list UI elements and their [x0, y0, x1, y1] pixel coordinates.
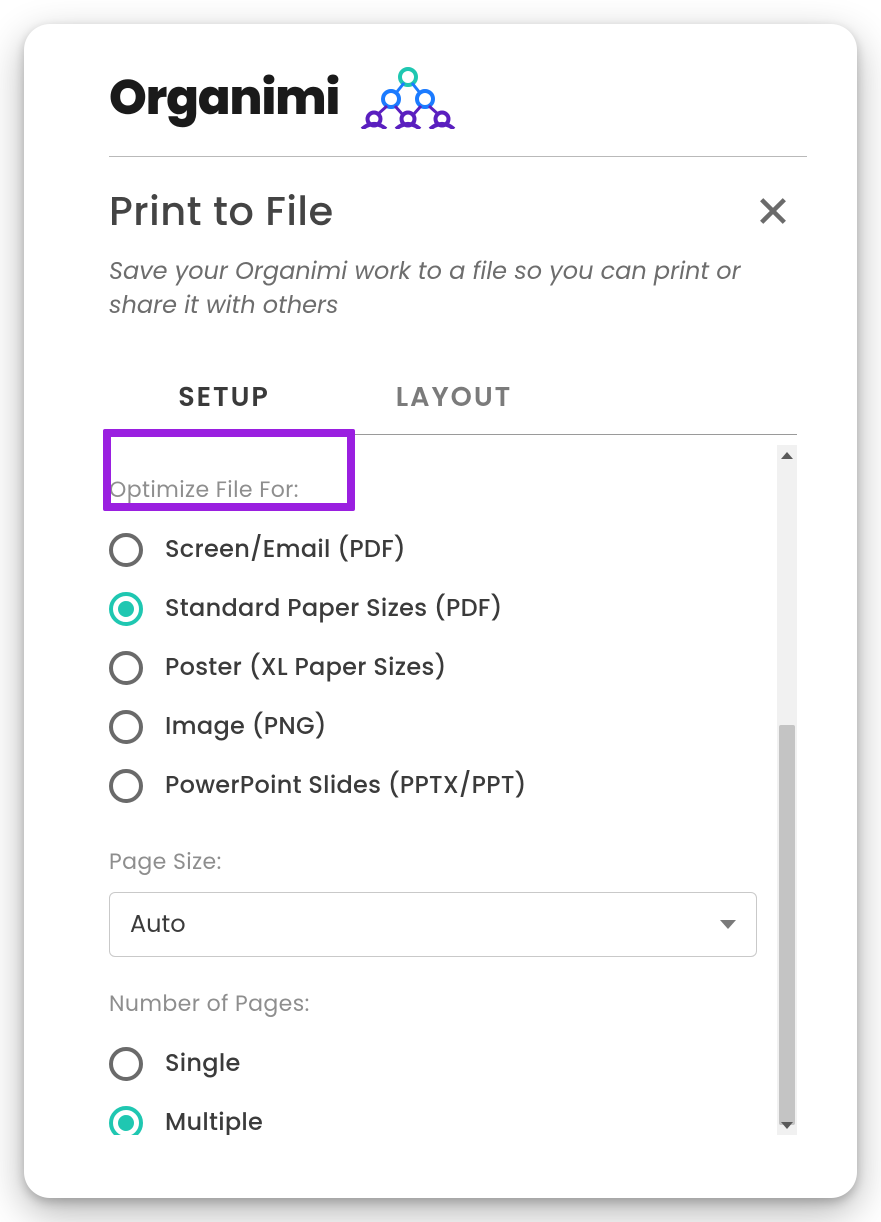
- close-button[interactable]: [749, 187, 797, 235]
- radio-label: Multiple: [165, 1105, 263, 1135]
- num-pages-option-single[interactable]: Single: [109, 1034, 757, 1093]
- scroll-down-icon[interactable]: [777, 1115, 797, 1135]
- tabs: SETUP LAYOUT: [109, 362, 797, 435]
- optimize-option-screen[interactable]: Screen/Email (PDF): [109, 520, 757, 579]
- radio-label: Single: [165, 1046, 241, 1081]
- num-pages-label: Number of Pages:: [109, 987, 757, 1020]
- brand-name: Organimi: [109, 62, 339, 134]
- radio-icon: [109, 651, 143, 685]
- optimize-group: Optimize File For: Screen/Email (PDF) St…: [109, 473, 757, 815]
- radio-icon: [109, 769, 143, 803]
- brand-header: Organimi: [109, 54, 807, 157]
- radio-label: Poster (XL Paper Sizes): [165, 650, 447, 685]
- print-dialog-card: Organimi: [24, 24, 857, 1198]
- tab-setup[interactable]: SETUP: [109, 362, 339, 434]
- page-size-value: Auto: [130, 907, 186, 942]
- radio-label: Screen/Email (PDF): [165, 532, 406, 567]
- radio-label: PowerPoint Slides (PPTX/PPT): [165, 768, 527, 803]
- setup-panel: Optimize File For: Screen/Email (PDF) St…: [109, 445, 797, 1135]
- radio-icon: [109, 710, 143, 744]
- close-icon: [756, 194, 790, 228]
- page-size-label: Page Size:: [109, 845, 757, 878]
- optimize-label: Optimize File For:: [109, 473, 757, 506]
- chevron-down-icon: [720, 920, 736, 929]
- radio-icon: [109, 592, 143, 626]
- optimize-option-image[interactable]: Image (PNG): [109, 697, 757, 756]
- scrollbar[interactable]: [777, 445, 797, 1135]
- page-size-select[interactable]: Auto: [109, 892, 757, 957]
- scroll-up-icon[interactable]: [777, 445, 797, 465]
- optimize-option-pptx[interactable]: PowerPoint Slides (PPTX/PPT): [109, 756, 757, 815]
- dialog-title: Print to File: [109, 181, 334, 241]
- scroll-thumb[interactable]: [779, 725, 795, 1125]
- optimize-option-standard[interactable]: Standard Paper Sizes (PDF): [109, 579, 757, 638]
- num-pages-option-multiple[interactable]: Multiple: [109, 1093, 757, 1135]
- radio-label: Standard Paper Sizes (PDF): [165, 591, 503, 626]
- radio-icon: [109, 1047, 143, 1081]
- radio-icon: [109, 533, 143, 567]
- brand-logo-icon: [353, 67, 463, 129]
- dialog-subtitle: Save your Organimi work to a file so you…: [109, 255, 797, 322]
- tab-layout[interactable]: LAYOUT: [339, 362, 569, 434]
- radio-icon: [109, 1106, 143, 1136]
- radio-label: Image (PNG): [165, 709, 327, 744]
- num-pages-group: Number of Pages: Single Multiple: [109, 987, 757, 1135]
- page-size-group: Page Size: Auto: [109, 845, 757, 957]
- optimize-option-poster[interactable]: Poster (XL Paper Sizes): [109, 638, 757, 697]
